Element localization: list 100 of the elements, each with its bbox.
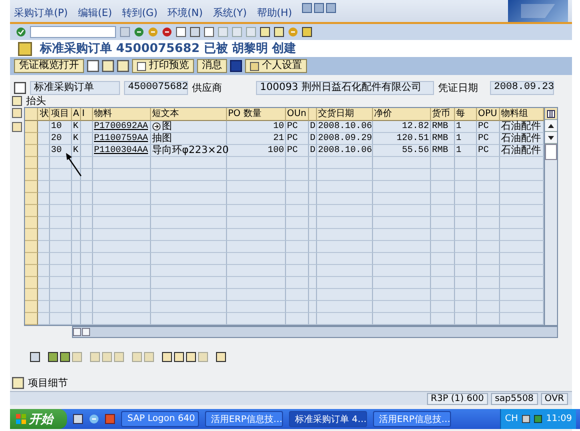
empty-cell — [286, 205, 309, 217]
column-header[interactable]: 净价 — [373, 108, 431, 121]
empty-cell — [50, 193, 72, 205]
empty-cell — [455, 229, 477, 241]
close-icon[interactable] — [326, 3, 336, 13]
empty-cell — [227, 169, 286, 181]
empty-cell — [373, 229, 431, 241]
column-header[interactable]: OPU — [477, 108, 500, 121]
select-all-cell[interactable] — [25, 108, 38, 121]
empty-cell — [317, 181, 373, 193]
menu-item[interactable]: 编辑(E) — [78, 6, 112, 22]
row-selector[interactable] — [25, 241, 38, 253]
empty-cell — [477, 253, 500, 265]
check-icon[interactable] — [16, 27, 26, 37]
table-cell: PC — [477, 133, 500, 145]
print-preview-button[interactable]: 打印预览 — [132, 59, 194, 73]
empty-cell — [477, 301, 500, 313]
taskbar-button[interactable]: 标准采购订单 4… — [289, 411, 367, 427]
empty-cell — [50, 313, 72, 325]
empty-cell — [72, 241, 81, 253]
table-cell[interactable]: P1100304AA — [93, 145, 151, 157]
vendor-label: 供应商 — [192, 82, 223, 95]
empty-cell — [93, 193, 151, 205]
row-selector[interactable] — [25, 265, 38, 277]
table-cell: 1 — [455, 145, 477, 157]
column-header[interactable]: OUn — [286, 108, 309, 121]
menu-item[interactable]: 帮助(H) — [256, 6, 292, 22]
row-selector[interactable] — [25, 205, 38, 217]
column-header[interactable]: 短文本 — [151, 108, 227, 121]
column-header[interactable]: 物料组 — [500, 108, 544, 121]
table-cell[interactable]: P1100759AA — [93, 133, 151, 145]
row-selector[interactable] — [25, 217, 38, 229]
empty-cell — [50, 217, 72, 229]
empty-cell — [373, 217, 431, 229]
column-settings-icon[interactable] — [545, 108, 557, 120]
column-header[interactable]: A — [72, 108, 81, 121]
empty-cell — [227, 229, 286, 241]
row-selector[interactable] — [25, 133, 38, 145]
row-selector[interactable] — [25, 193, 38, 205]
row-selector[interactable] — [25, 277, 38, 289]
menu-item[interactable]: 采购订单(P) — [14, 6, 68, 22]
column-header[interactable]: 每 — [455, 108, 477, 121]
messages-button[interactable]: 消息 — [197, 59, 227, 73]
row-selector[interactable] — [25, 313, 38, 325]
column-header[interactable]: 物料 — [93, 108, 151, 121]
document-number-field[interactable]: 4500075682 — [124, 81, 188, 95]
column-header[interactable]: 交货日期 — [317, 108, 373, 121]
menu-item[interactable]: 环境(N) — [168, 6, 203, 22]
empty-cell — [286, 157, 309, 169]
row-selector[interactable] — [25, 145, 38, 157]
taskbar-button[interactable]: 活用ERP信息技… — [205, 411, 283, 427]
row-selector[interactable] — [25, 229, 38, 241]
empty-cell — [431, 313, 455, 325]
row-selector[interactable] — [25, 289, 38, 301]
windows-logo-icon — [16, 414, 26, 424]
row-selector[interactable] — [25, 181, 38, 193]
document-type-field[interactable]: 标准采购订单 — [30, 81, 120, 95]
empty-cell — [286, 313, 309, 325]
table-cell: PC — [286, 121, 309, 133]
scroll-down-button[interactable] — [545, 132, 557, 144]
scroll-up-button[interactable] — [545, 120, 557, 132]
empty-cell — [81, 157, 93, 169]
scroll-thumb[interactable] — [545, 144, 557, 160]
table-cell: 1 — [455, 133, 477, 145]
empty-cell — [317, 241, 373, 253]
document-date-field[interactable]: 2008.09.23 — [490, 81, 554, 95]
column-header[interactable]: 状 — [38, 108, 50, 121]
personal-settings-button[interactable]: 个人设置 — [245, 59, 307, 73]
menu-item[interactable]: 转到(G) — [122, 6, 158, 22]
minimize-icon[interactable] — [302, 3, 312, 13]
taskbar-button[interactable]: 活用ERP信息技… — [373, 411, 451, 427]
table-cell: D — [309, 121, 317, 133]
empty-cell — [93, 265, 151, 277]
column-header[interactable]: 货币 — [431, 108, 455, 121]
column-header[interactable]: 项目 — [50, 108, 72, 121]
empty-cell — [455, 301, 477, 313]
empty-cell — [50, 205, 72, 217]
taskbar-button[interactable]: SAP Logon 640 — [121, 411, 199, 427]
table-cell: PC — [286, 145, 309, 157]
section-label: 抬头 — [26, 94, 46, 108]
empty-cell — [227, 265, 286, 277]
row-selector[interactable] — [25, 121, 38, 133]
start-button[interactable]: 开始 — [10, 409, 67, 429]
table-cell[interactable]: P1700692AA — [93, 121, 151, 133]
empty-cell — [227, 241, 286, 253]
page-icon[interactable] — [176, 27, 186, 37]
row-selector[interactable] — [25, 157, 38, 169]
maximize-icon[interactable] — [314, 3, 324, 13]
command-field[interactable] — [30, 26, 116, 38]
column-header[interactable]: PO 数量 — [227, 108, 286, 121]
row-selector[interactable] — [25, 169, 38, 181]
row-selector[interactable] — [25, 301, 38, 313]
menu-item[interactable]: 系统(Y) — [212, 6, 247, 22]
empty-cell — [317, 217, 373, 229]
overview-button[interactable]: 凭证概览打开 — [14, 59, 84, 73]
row-selector[interactable] — [25, 253, 38, 265]
empty-cell — [431, 289, 455, 301]
vendor-field[interactable]: 100093 荆州日益石化配件有限公司 — [256, 81, 434, 95]
cancel-icon[interactable] — [162, 27, 172, 37]
column-header[interactable]: I — [81, 108, 93, 121]
